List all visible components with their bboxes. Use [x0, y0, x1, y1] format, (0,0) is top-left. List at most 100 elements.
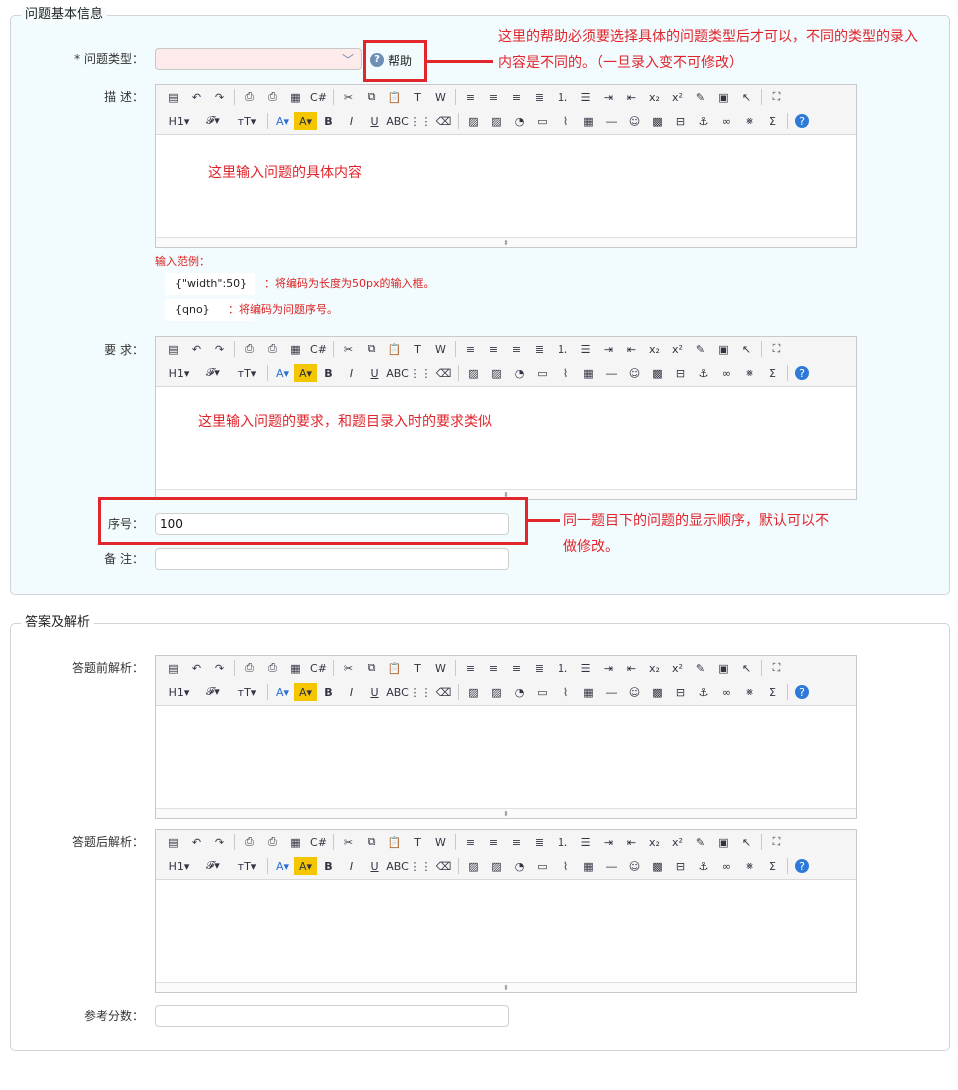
superscript-icon[interactable]: x² [666, 833, 689, 851]
editor-content-area[interactable]: 这里输入问题的要求，和题目录入时的要求类似 [156, 387, 856, 489]
justify-icon[interactable]: ≣ [528, 340, 551, 358]
superscript-icon[interactable]: x² [666, 340, 689, 358]
bold-icon[interactable]: B [317, 112, 340, 130]
preview-icon[interactable]: ⎙ [238, 659, 261, 677]
ordered-list-icon[interactable]: ⒈ [551, 340, 574, 358]
font-family-icon[interactable]: 𝓕▾ [196, 112, 230, 130]
unlink-icon[interactable]: ⨳ [738, 857, 761, 875]
line-height-icon[interactable]: ⋮⋮ [409, 683, 432, 701]
subscript-icon[interactable]: x₂ [643, 659, 666, 677]
requirement-editor[interactable]: ▤ ↶ ↷ ⎙ ⎙ ▦ C# ✂ ⧉ 📋 T W ≡ ≡ ≡ ≣ ⒈ ☰ ⇥ ⇤ x₂ x² ✎ ▣ ↖ ⛶ H1▾ 𝓕▾ тT▾ A▾ A… [155, 336, 857, 500]
editor-content-area[interactable]: 这里输入问题的具体内容 [156, 135, 856, 237]
media-icon[interactable]: ▭ [531, 364, 554, 382]
heading-icon[interactable]: H1▾ [162, 364, 196, 382]
select-all-icon[interactable]: ▣ [712, 833, 735, 851]
formula-icon[interactable]: Σ [761, 683, 784, 701]
flash-icon[interactable]: ◔ [508, 112, 531, 130]
copy-icon[interactable]: ⧉ [360, 340, 383, 358]
outdent-icon[interactable]: ⇤ [620, 659, 643, 677]
highlight-icon[interactable]: A▾ [294, 683, 317, 701]
paste-word-icon[interactable]: W [429, 88, 452, 106]
page-break-icon[interactable]: ⊟ [669, 112, 692, 130]
preview-icon[interactable]: ⎙ [238, 88, 261, 106]
bold-icon[interactable]: B [317, 683, 340, 701]
anchor-icon[interactable]: ⚓ [692, 857, 715, 875]
cut-icon[interactable]: ✂ [337, 833, 360, 851]
copy-icon[interactable]: ⧉ [360, 88, 383, 106]
indent-icon[interactable]: ⇥ [597, 659, 620, 677]
align-center-icon[interactable]: ≡ [482, 659, 505, 677]
highlight-icon[interactable]: A▾ [294, 112, 317, 130]
editor-resize-handle[interactable]: ⬍ [156, 982, 856, 992]
unordered-list-icon[interactable]: ☰ [574, 833, 597, 851]
paste-text-icon[interactable]: T [406, 659, 429, 677]
underline-icon[interactable]: U [363, 857, 386, 875]
anchor-icon[interactable]: ⚓ [692, 683, 715, 701]
eraser-icon[interactable]: ⌫ [432, 857, 455, 875]
multi-image-icon[interactable]: ▨ [485, 112, 508, 130]
media-icon[interactable]: ▭ [531, 683, 554, 701]
align-left-icon[interactable]: ≡ [459, 340, 482, 358]
editor-content-area[interactable] [156, 880, 856, 982]
pointer-icon[interactable]: ↖ [735, 833, 758, 851]
media-icon[interactable]: ▭ [531, 112, 554, 130]
unlink-icon[interactable]: ⨳ [738, 112, 761, 130]
code-icon[interactable]: C# [307, 340, 330, 358]
preview-icon[interactable]: ⎙ [238, 340, 261, 358]
paste-text-icon[interactable]: T [406, 833, 429, 851]
superscript-icon[interactable]: x² [666, 659, 689, 677]
align-right-icon[interactable]: ≡ [505, 833, 528, 851]
line-height-icon[interactable]: ⋮⋮ [409, 857, 432, 875]
media-icon[interactable]: ▭ [531, 857, 554, 875]
about-icon[interactable]: ? [795, 114, 809, 128]
strikethrough-icon[interactable]: ABC [386, 364, 409, 382]
preview-icon[interactable]: ⎙ [238, 833, 261, 851]
template-icon[interactable]: ▦ [284, 833, 307, 851]
code-icon[interactable]: C# [307, 88, 330, 106]
attachment-icon[interactable]: ⌇ [554, 112, 577, 130]
flash-icon[interactable]: ◔ [508, 683, 531, 701]
font-color-icon[interactable]: A▾ [271, 857, 294, 875]
font-color-icon[interactable]: A▾ [271, 364, 294, 382]
hr-icon[interactable]: ― [600, 857, 623, 875]
undo-icon[interactable]: ↶ [185, 88, 208, 106]
font-size-icon[interactable]: тT▾ [230, 683, 264, 701]
highlight-icon[interactable]: A▾ [294, 857, 317, 875]
underline-icon[interactable]: U [363, 364, 386, 382]
unlink-icon[interactable]: ⨳ [738, 364, 761, 382]
pointer-icon[interactable]: ↖ [735, 659, 758, 677]
align-right-icon[interactable]: ≡ [505, 340, 528, 358]
paste-text-icon[interactable]: T [406, 88, 429, 106]
underline-icon[interactable]: U [363, 112, 386, 130]
font-family-icon[interactable]: 𝓕▾ [196, 857, 230, 875]
template-icon[interactable]: ▦ [284, 659, 307, 677]
formula-icon[interactable]: Σ [761, 364, 784, 382]
heading-icon[interactable]: H1▾ [162, 683, 196, 701]
editor-resize-handle[interactable]: ⬍ [156, 237, 856, 247]
attachment-icon[interactable]: ⌇ [554, 364, 577, 382]
font-color-icon[interactable]: A▾ [271, 683, 294, 701]
anchor-icon[interactable]: ⚓ [692, 364, 715, 382]
ordered-list-icon[interactable]: ⒈ [551, 88, 574, 106]
indent-icon[interactable]: ⇥ [597, 88, 620, 106]
flash-icon[interactable]: ◔ [508, 857, 531, 875]
paste-icon[interactable]: 📋 [383, 833, 406, 851]
subscript-icon[interactable]: x₂ [643, 833, 666, 851]
attachment-icon[interactable]: ⌇ [554, 683, 577, 701]
fullscreen-icon[interactable]: ⛶ [765, 833, 788, 851]
image-icon[interactable]: ▨ [462, 857, 485, 875]
table-icon[interactable]: ▦ [577, 857, 600, 875]
source-icon[interactable]: ▤ [162, 340, 185, 358]
code-icon[interactable]: C# [307, 659, 330, 677]
indent-icon[interactable]: ⇥ [597, 833, 620, 851]
score-input[interactable] [155, 1005, 509, 1027]
copy-icon[interactable]: ⧉ [360, 659, 383, 677]
baidu-map-icon[interactable]: ▩ [646, 112, 669, 130]
redo-icon[interactable]: ↷ [208, 88, 231, 106]
template-icon[interactable]: ▦ [284, 88, 307, 106]
hr-icon[interactable]: ― [600, 364, 623, 382]
image-icon[interactable]: ▨ [462, 683, 485, 701]
align-left-icon[interactable]: ≡ [459, 88, 482, 106]
font-color-icon[interactable]: A▾ [271, 112, 294, 130]
redo-icon[interactable]: ↷ [208, 833, 231, 851]
